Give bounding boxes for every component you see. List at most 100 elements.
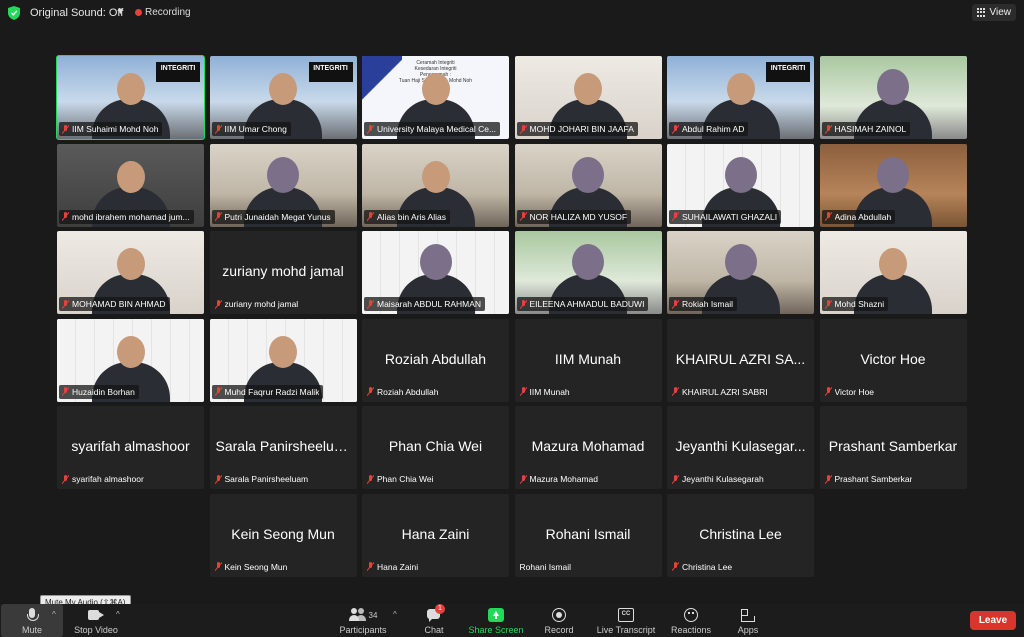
original-sound-toggle[interactable]: Original Sound: Off [30, 7, 123, 19]
participant-display-name: Phan Chia Wei [388, 438, 483, 454]
participant-name: NOR HALIZA MD YUSOF [529, 211, 628, 222]
smiley-face-icon [683, 608, 699, 622]
participant-tile[interactable]: HASIMAH ZAINOL [819, 56, 967, 139]
stop-video-button[interactable]: Stop Video [68, 604, 124, 637]
participant-name: HASIMAH ZAINOL [834, 124, 907, 134]
participant-tile[interactable]: KHAIRUL AZRI SA... KHAIRUL AZRI SABRI [667, 318, 814, 402]
muted-microphone-icon [520, 212, 527, 221]
participant-tile[interactable]: Prashant Samberkar Prashant Samberkar [819, 406, 967, 489]
participant-name: Rokiah Ismail [682, 299, 734, 309]
video-options-caret-icon[interactable]: ^ [116, 610, 120, 619]
leave-button[interactable]: Leave [970, 611, 1016, 630]
muted-microphone-icon [62, 474, 69, 484]
participant-name-label: Victor Hoe [822, 385, 879, 399]
participant-tile[interactable]: mohd ibrahem mohamad jum... [57, 143, 204, 227]
participant-tile[interactable]: Christina Lee Christina Lee [667, 493, 814, 577]
person-head [877, 156, 909, 193]
participant-tile[interactable]: Hana Zaini Hana Zaini [362, 493, 509, 577]
participant-name: Roziah Abdullah [377, 386, 439, 397]
security-shield-icon[interactable] [8, 6, 20, 20]
person-head [419, 244, 452, 280]
view-button[interactable]: View [971, 4, 1016, 21]
audio-options-caret-icon[interactable]: ^ [52, 610, 56, 619]
muted-microphone-icon [825, 212, 832, 221]
participant-name-label: NOR HALIZA MD YUSOF [516, 209, 632, 224]
participant-name: EILEENA AHMADUL BADUWI [529, 299, 645, 309]
apps-button[interactable]: Apps [734, 604, 762, 637]
participant-tile[interactable]: syarifah almashoor syarifah almashoor [57, 406, 204, 489]
participant-tile[interactable]: Roziah Abdullah Roziah Abdullah [362, 318, 509, 402]
muted-microphone-icon [520, 299, 527, 309]
participant-tile[interactable]: Mohd Shazni [819, 231, 967, 314]
participant-display-name: IIM Munah [554, 350, 622, 367]
recording-indicator: Recording [145, 7, 191, 18]
chat-button[interactable]: 1 Chat [418, 604, 450, 637]
mute-label: Mute [21, 625, 42, 635]
participant-tile[interactable]: Phan Chia Wei Phan Chia Wei [362, 406, 509, 489]
participant-tile[interactable]: zuriany mohd jamal zuriany mohd jamal [209, 231, 357, 314]
participant-name: IIM Munah [529, 386, 570, 397]
participant-tile[interactable]: Sarala Panirsheeluam Sarala Panirsheeluam [209, 406, 357, 489]
person-head [267, 156, 299, 193]
participant-name-label: IIM Umar Chong [211, 122, 291, 136]
live-transcript-button[interactable]: CC Live Transcript [592, 604, 660, 637]
muted-microphone-icon [672, 124, 679, 134]
participant-tile[interactable]: Alias bin Aris Alias [362, 143, 509, 227]
participant-tile[interactable]: Muhd Faqrur Radzi Malik [209, 318, 357, 402]
participant-name-label: Mazura Mohamad [517, 472, 603, 486]
muted-microphone-icon [672, 212, 679, 221]
participant-tile[interactable]: SUHAILAWATI GHAZALI [667, 143, 814, 227]
participant-tile[interactable]: IIM Munah IIM Munah [514, 318, 662, 402]
participant-tile[interactable]: Adina Abdullah [819, 143, 967, 227]
participant-tile[interactable]: INTEGRITI IIM Suhaimi Mohd Noh [56, 55, 205, 140]
participant-tile[interactable]: MOHD JOHARI BIN JAAFA [514, 56, 662, 139]
participant-tile[interactable]: Jeyanthi Kulasegar... Jeyanthi Kulasegara… [667, 406, 814, 489]
participant-name-label: Putri Junaidah Megat Yunus [211, 209, 335, 224]
participant-tile[interactable]: INTEGRITI IIM Umar Chong [209, 56, 357, 139]
participant-display-name: Kein Seong Mun [231, 525, 335, 542]
participant-tile[interactable]: MOHAMAD BIN AHMAD [57, 231, 204, 314]
participant-tile[interactable]: Kein Seong Mun Kein Seong Mun [209, 493, 357, 577]
participant-name-label: Mohd Shazni [821, 297, 889, 311]
participant-tile[interactable]: Rokiah Ismail [667, 231, 814, 314]
participant-name-label: MOHD JOHARI BIN JAAFA [516, 122, 638, 136]
participant-name: zuriany mohd jamal [224, 299, 299, 309]
participant-name: Alias bin Aris Alias [377, 211, 446, 222]
integriti-banner: INTEGRITI [156, 62, 200, 82]
participant-tile[interactable]: Huzaidin Borhan [57, 318, 204, 402]
participant-name-label: Hana Zaini [364, 560, 422, 574]
reactions-button[interactable]: Reactions [668, 604, 714, 637]
muted-microphone-icon [62, 299, 69, 309]
participant-tile[interactable]: Mazura Mohamad Mazura Mohamad [514, 406, 662, 489]
participants-options-caret-icon[interactable]: ^ [393, 610, 397, 619]
participant-tile[interactable]: NOR HALIZA MD YUSOF [514, 143, 662, 227]
participant-tile[interactable]: Victor Hoe Victor Hoe [819, 318, 967, 402]
participant-name-label: syarifah almashoor [59, 472, 148, 486]
participant-tile[interactable]: Ceramah Integriti Kesedaran Integriti Pe… [362, 56, 509, 139]
participants-button[interactable]: 34 Participants [334, 604, 392, 637]
mute-button[interactable]: Mute [12, 604, 52, 637]
camera-icon [88, 608, 104, 622]
participant-tile[interactable]: Rohani Ismail Rohani Ismail [514, 493, 662, 577]
chevron-down-icon[interactable]: ▼ [116, 6, 125, 16]
participant-name: Huzaidin Borhan [72, 386, 135, 397]
participant-name-label: Christina Lee [669, 560, 736, 574]
apps-label: Apps [737, 625, 759, 635]
participant-name: syarifah almashoor [72, 474, 144, 484]
meeting-controls-toolbar: Mute ^ Stop Video ^ 34 Participants ^ 1 … [0, 604, 1024, 637]
participant-name: Hana Zaini [377, 561, 419, 572]
participant-name-label: Maisarah ABDUL RAHMAN [364, 297, 486, 311]
participant-tile[interactable]: Maisarah ABDUL RAHMAN [362, 231, 509, 314]
participant-tile[interactable]: EILEENA AHMADUL BADUWI [514, 231, 662, 314]
record-button[interactable]: Record [540, 604, 578, 637]
muted-microphone-icon [672, 299, 679, 309]
participant-name-label: Rokiah Ismail [669, 297, 738, 311]
participant-tile[interactable]: INTEGRITI Abdul Rahim AD [667, 56, 814, 139]
participant-tile[interactable]: Putri Junaidah Megat Yunus [209, 143, 357, 227]
person-head [269, 73, 297, 105]
participant-name: SUHAILAWATI GHAZALI [682, 211, 778, 222]
person-head [724, 244, 757, 280]
share-screen-button[interactable]: Share Screen [466, 604, 526, 637]
participant-name-label: IIM Suhaimi Mohd Noh [59, 122, 163, 136]
muted-microphone-icon [520, 124, 527, 134]
